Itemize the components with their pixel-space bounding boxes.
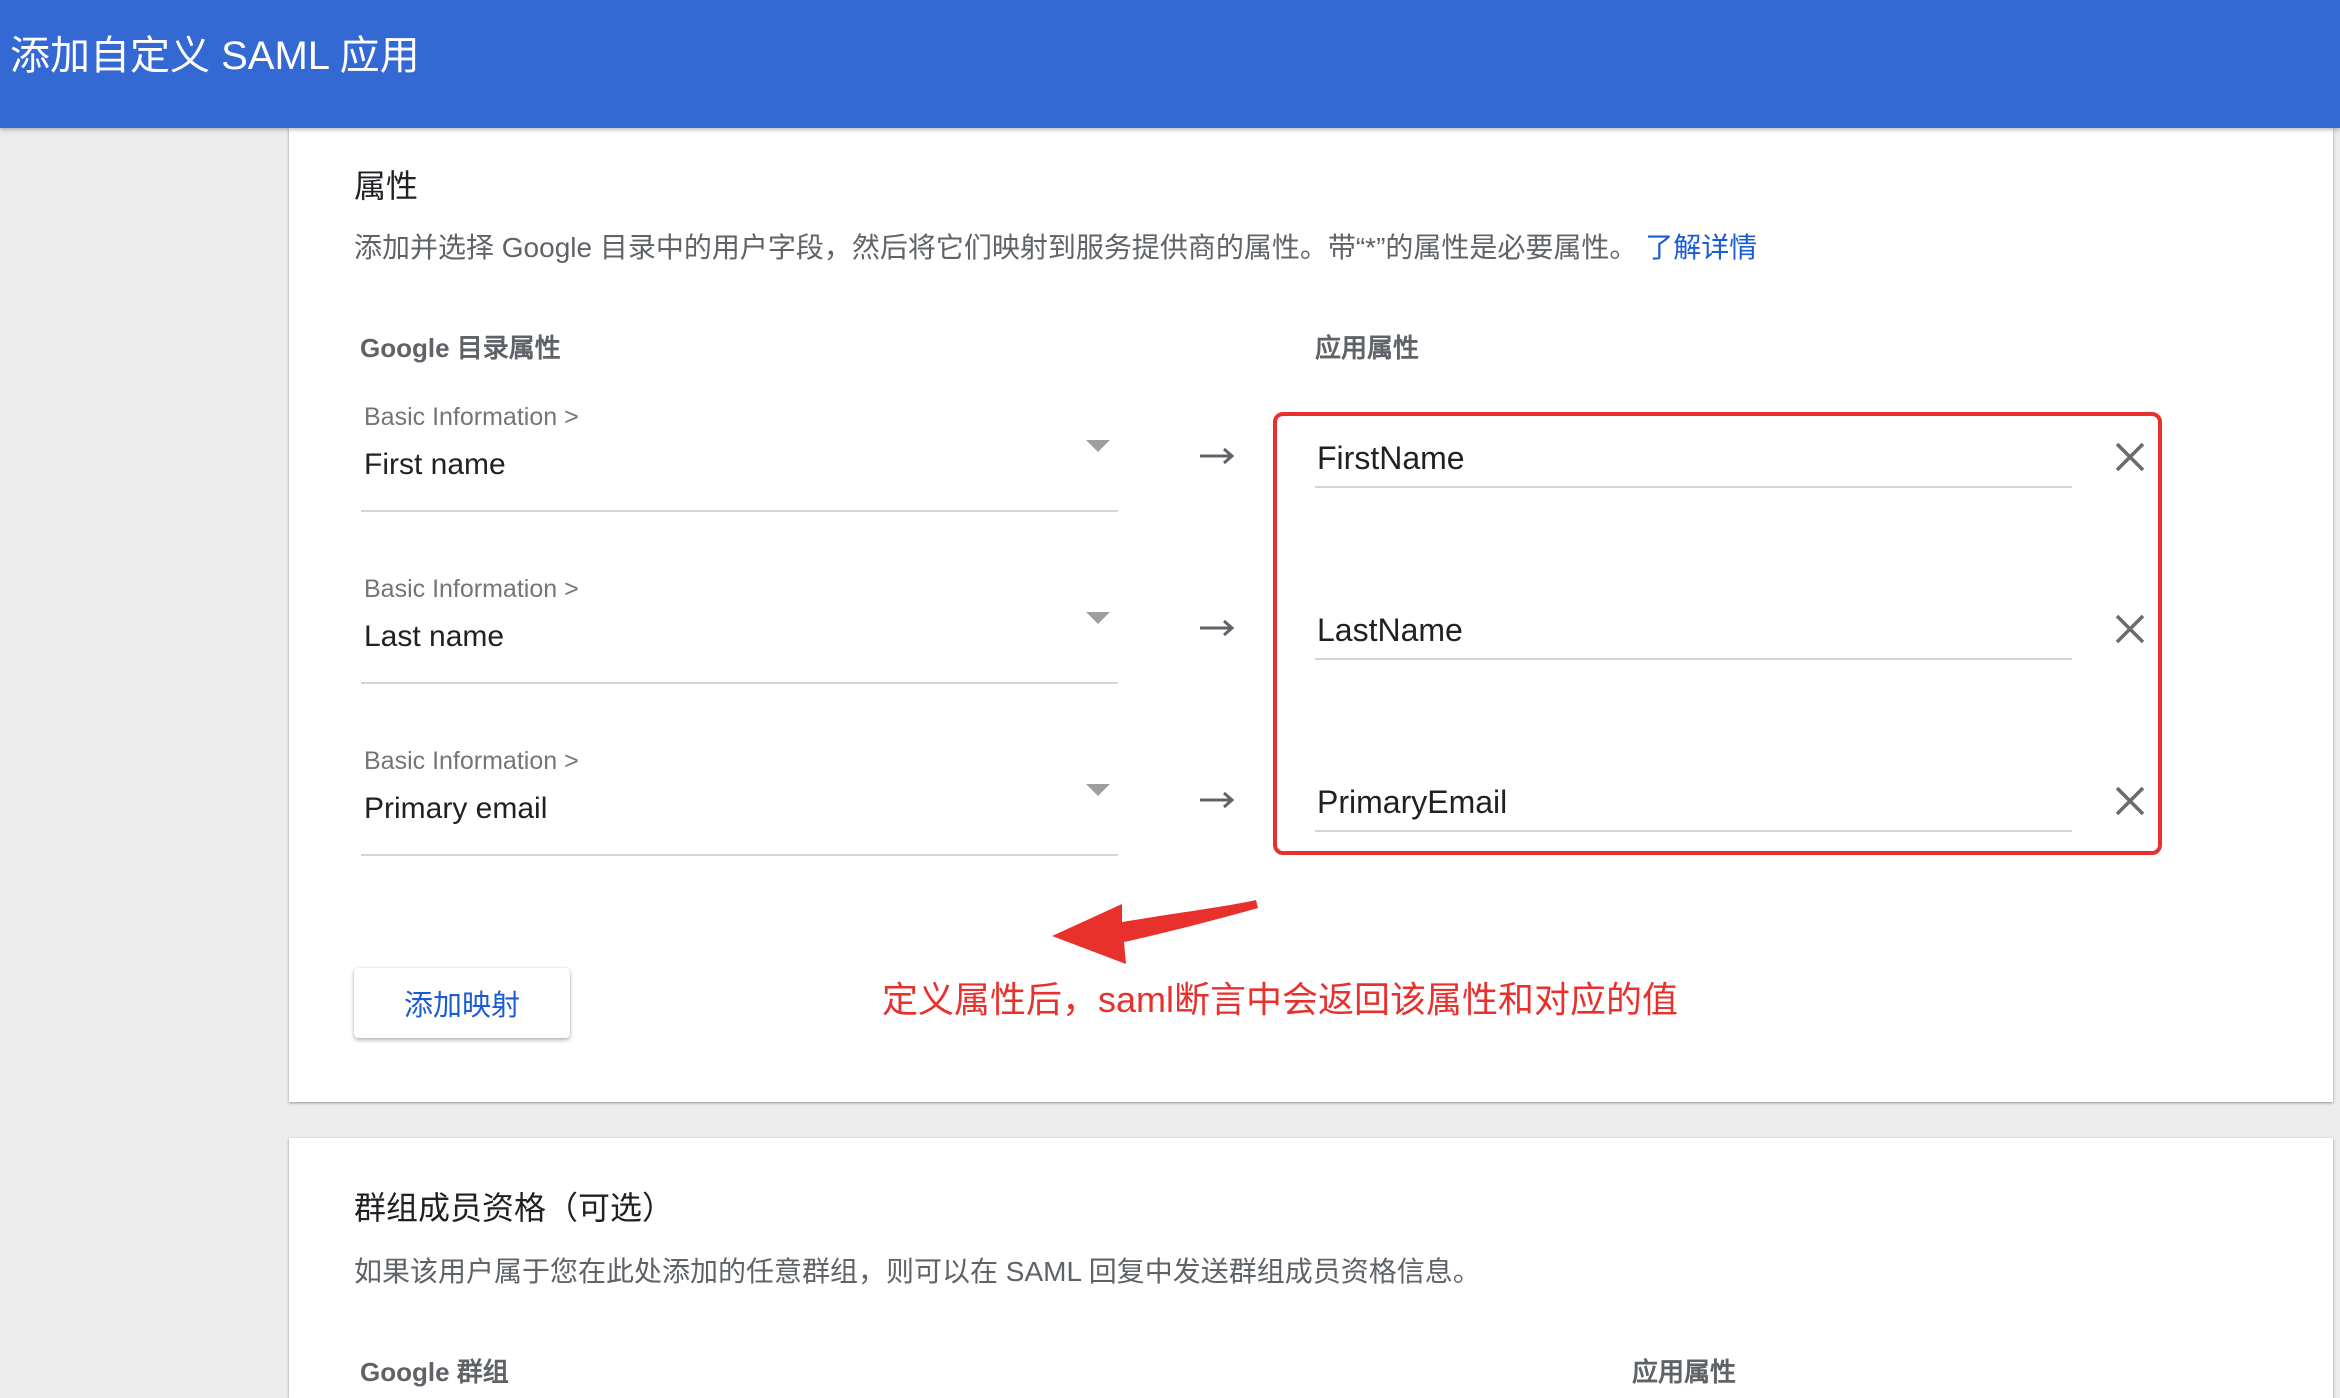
- dropdown-arrow-icon: [1086, 612, 1110, 624]
- add-mapping-button[interactable]: 添加映射: [354, 968, 570, 1038]
- directory-attribute-select-last-name[interactable]: Basic Information > Last name: [361, 572, 1118, 684]
- directory-attribute-select-primary-email[interactable]: Basic Information > Primary email: [361, 744, 1118, 856]
- top-app-bar: 添加自定义 SAML 应用: [0, 0, 2340, 128]
- close-icon[interactable]: [2113, 612, 2147, 646]
- attributes-section-title: 属性: [354, 168, 419, 204]
- group-app-attributes-header: 应用属性: [1632, 1357, 1737, 1387]
- app-attribute-input-lastname[interactable]: [1315, 602, 2072, 660]
- directory-attribute-category: Basic Information >: [364, 575, 579, 603]
- app-attribute-input-primaryemail[interactable]: [1315, 774, 2072, 832]
- right-arrow-icon: [1200, 447, 1235, 465]
- attributes-section-description: 添加并选择 Google 目录中的用户字段，然后将它们映射到服务提供商的属性。带…: [354, 228, 1757, 268]
- app-attribute-input-firstname[interactable]: [1315, 430, 2072, 488]
- right-arrow-icon: [1200, 619, 1235, 637]
- learn-more-link[interactable]: 了解详情: [1645, 232, 1757, 263]
- directory-attribute-value: First name: [364, 448, 506, 481]
- app-attributes-header: 应用属性: [1315, 333, 1420, 363]
- close-icon[interactable]: [2113, 440, 2147, 474]
- directory-attribute-value: Last name: [364, 620, 505, 653]
- annotation-arrow-icon: [1052, 900, 1258, 964]
- right-arrow-icon: [1200, 791, 1235, 809]
- directory-attribute-category: Basic Information >: [364, 747, 579, 775]
- directory-attribute-select-first-name[interactable]: Basic Information > First name: [361, 400, 1118, 512]
- google-groups-header: Google 群组: [360, 1357, 509, 1387]
- page-title: 添加自定义 SAML 应用: [10, 34, 420, 78]
- directory-attributes-header: Google 目录属性: [360, 333, 561, 363]
- dropdown-arrow-icon: [1086, 440, 1110, 452]
- directory-attribute-category: Basic Information >: [364, 403, 579, 431]
- dropdown-arrow-icon: [1086, 784, 1110, 796]
- annotation-text: 定义属性后，saml断言中会返回该属性和对应的值: [882, 979, 1679, 1020]
- attributes-description-text: 添加并选择 Google 目录中的用户字段，然后将它们映射到服务提供商的属性。带…: [354, 232, 1638, 263]
- close-icon[interactable]: [2113, 784, 2147, 818]
- group-membership-title: 群组成员资格（可选）: [354, 1190, 675, 1226]
- directory-attribute-value: Primary email: [364, 792, 548, 825]
- group-membership-description: 如果该用户属于您在此处添加的任意群组，则可以在 SAML 回复中发送群组成员资格…: [354, 1256, 1481, 1287]
